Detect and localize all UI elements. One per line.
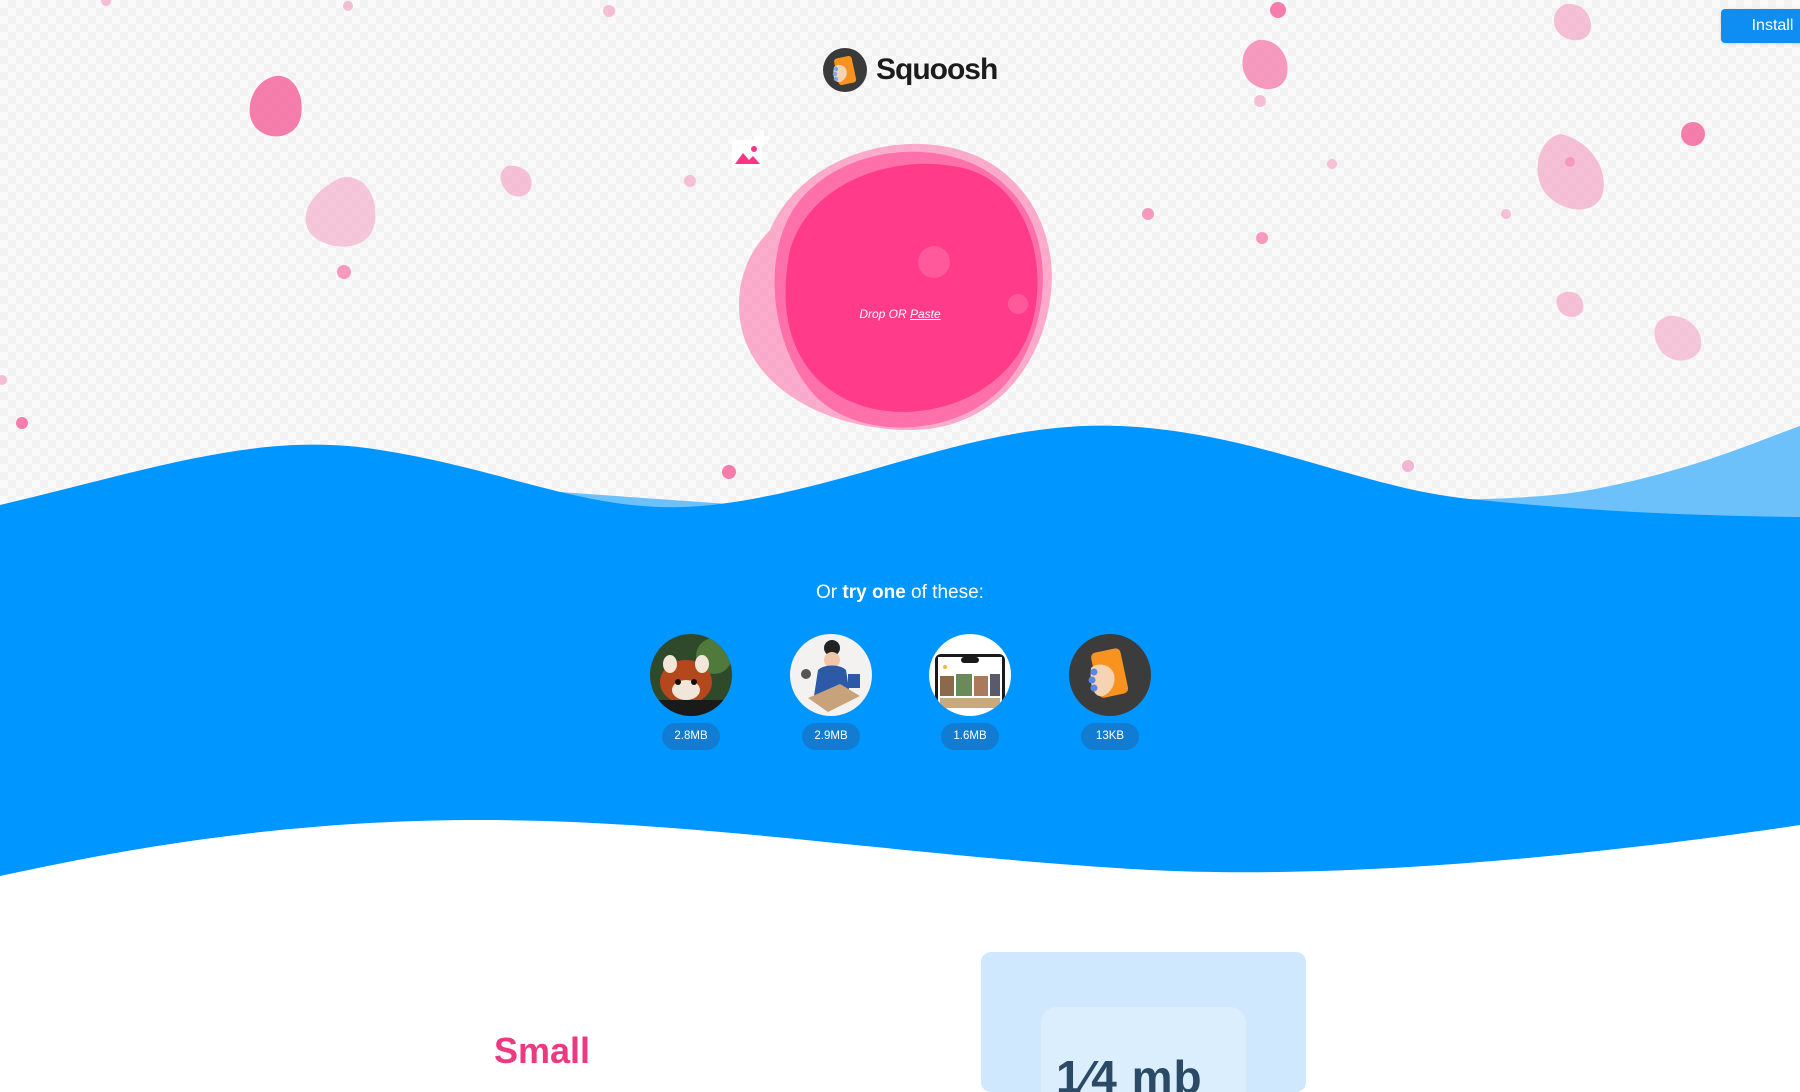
section-title: Small (494, 1030, 591, 1071)
squoosh-logo: Squoosh (822, 46, 998, 94)
demo-size-badge: 13KB (1081, 723, 1139, 750)
logo-text: Squoosh (876, 53, 998, 86)
feature-card: 1⁄4 mb (981, 952, 1306, 1092)
paste-link[interactable]: Paste (910, 307, 941, 321)
demo-heading-before: Or (816, 582, 843, 603)
main-wave (0, 425, 1800, 876)
red-panda-thumbnail (650, 634, 732, 716)
drop-label: Drop OR (859, 307, 910, 321)
demo-red-panda[interactable]: 2.8MB (649, 634, 733, 754)
demo-size-badge: 2.8MB (662, 723, 720, 750)
demo-logo[interactable]: 13KB (1068, 634, 1152, 754)
drop-zone[interactable]: Drop OR Paste (730, 130, 1070, 450)
demo-heading-bold: try one (842, 582, 906, 603)
logo-thumbnail (1069, 634, 1151, 716)
drop-zone-blob (739, 143, 1052, 430)
phone-thumbnail (929, 634, 1011, 716)
demo-heading: Or try one of these: (0, 582, 1800, 604)
demo-heading-after: of these: (905, 582, 984, 603)
squoosh-logo-icon (823, 48, 867, 92)
demo-artist[interactable]: 2.9MB (789, 634, 873, 754)
artist-thumbnail (790, 634, 872, 716)
install-button[interactable]: Install (1721, 9, 1800, 43)
demo-phone[interactable]: 1.6MB (928, 634, 1012, 754)
demo-size-badge: 1.6MB (941, 723, 999, 750)
feature-card-text: 1⁄4 mb (1056, 1051, 1203, 1092)
add-image-icon (732, 130, 770, 168)
demo-size-badge: 2.9MB (802, 723, 860, 750)
drop-text: Drop OR Paste (730, 307, 1070, 321)
